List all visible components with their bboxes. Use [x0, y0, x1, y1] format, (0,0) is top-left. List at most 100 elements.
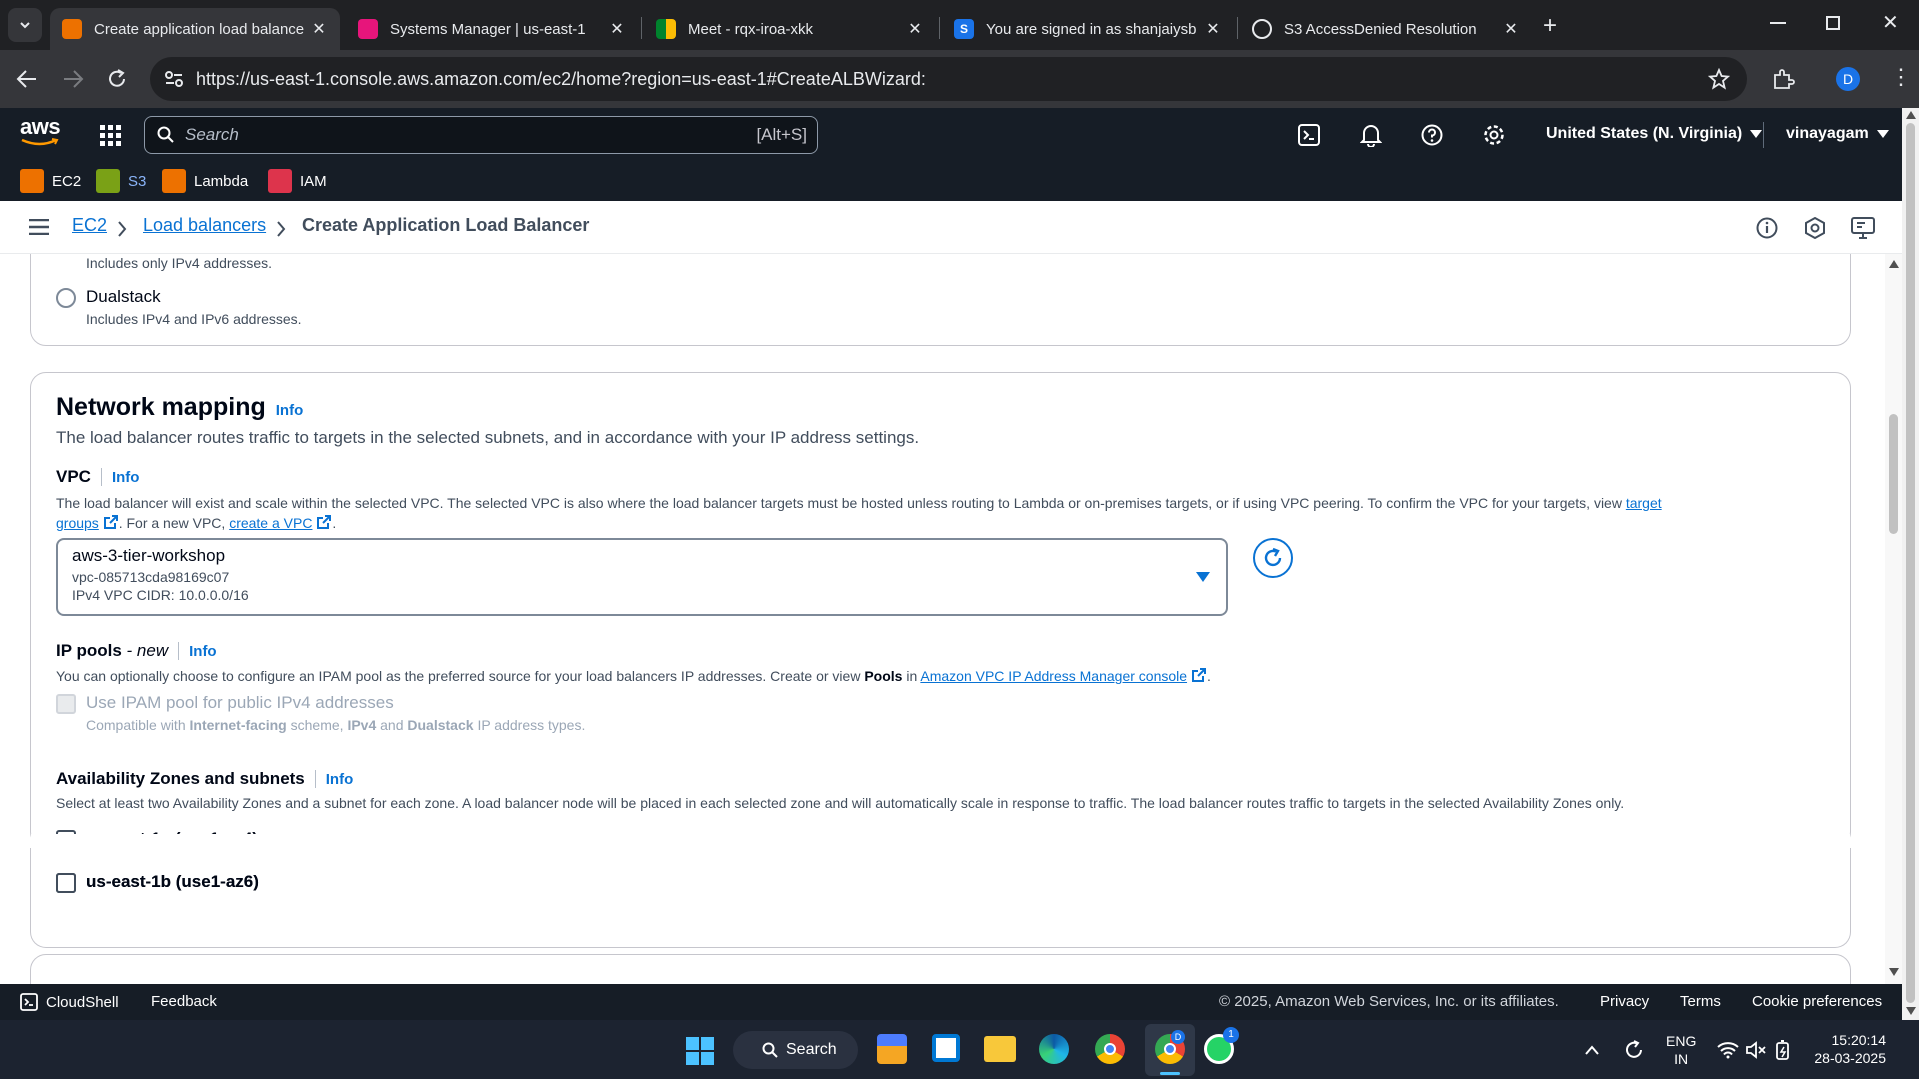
- taskbar-store-icon[interactable]: [932, 1034, 960, 1062]
- taskbar-file-explorer-icon[interactable]: [984, 1036, 1016, 1062]
- aws-logo[interactable]: aws: [20, 116, 62, 148]
- minimize-button[interactable]: [1770, 22, 1786, 24]
- reload-icon[interactable]: [106, 68, 128, 90]
- vpc-info-link[interactable]: Info: [112, 469, 140, 486]
- windows-start-icon[interactable]: [686, 1037, 714, 1065]
- terms-link[interactable]: Terms: [1680, 993, 1721, 1010]
- notifications-bell-icon[interactable]: [1360, 123, 1382, 147]
- inner-scroll-down-icon[interactable]: [1889, 968, 1899, 976]
- target-groups-link-2[interactable]: groups: [56, 515, 99, 531]
- caret-down-icon: [1196, 572, 1210, 582]
- tab-signed-in[interactable]: S You are signed in as shanjaiysb ✕: [942, 8, 1234, 50]
- account-menu[interactable]: vinayagam: [1786, 125, 1889, 143]
- taskbar-app-trophy-icon[interactable]: [877, 1034, 907, 1064]
- url-text: https://us-east-1.console.aws.amazon.com…: [196, 68, 926, 89]
- volume-muted-icon[interactable]: [1746, 1041, 1766, 1059]
- vpc-selected-id: vpc-085713cda98169c07: [72, 569, 230, 585]
- back-arrow-icon[interactable]: [16, 69, 38, 89]
- extensions-puzzle-icon[interactable]: [1771, 67, 1795, 91]
- scroll-up-arrow-icon[interactable]: [1906, 111, 1916, 119]
- ipam-pool-checkbox-label: Use IPAM pool for public IPv4 addresses: [86, 693, 394, 712]
- profile-avatar[interactable]: D: [1836, 67, 1860, 91]
- favorite-lambda[interactable]: Lambda: [162, 169, 248, 193]
- tab-create-alb[interactable]: Create application load balance ✕: [50, 8, 340, 50]
- tab-s3-access-denied[interactable]: S3 AccessDenied Resolution ✕: [1240, 8, 1532, 50]
- url-bar[interactable]: https://us-east-1.console.aws.amazon.com…: [150, 57, 1747, 101]
- wifi-icon[interactable]: [1717, 1041, 1739, 1059]
- tray-sync-icon[interactable]: [1622, 1038, 1646, 1062]
- cookie-preferences-link[interactable]: Cookie preferences: [1752, 993, 1882, 1010]
- privacy-link[interactable]: Privacy: [1600, 993, 1649, 1010]
- site-info-icon[interactable]: [164, 70, 184, 88]
- breadcrumb-ec2[interactable]: EC2: [72, 215, 107, 236]
- chevron-right-icon: [277, 221, 286, 237]
- caret-down-icon: [1876, 130, 1889, 138]
- openai-favicon-icon: [1252, 19, 1272, 39]
- chevron-down-icon: [20, 22, 30, 29]
- help-icon[interactable]: [1421, 124, 1443, 146]
- create-vpc-link[interactable]: create a VPC: [229, 515, 312, 531]
- forward-arrow-icon[interactable]: [62, 69, 84, 89]
- inner-scroll-up-icon[interactable]: [1889, 260, 1899, 268]
- taskbar-edge-icon[interactable]: [1039, 1034, 1069, 1064]
- whatsapp-badge: 1: [1223, 1027, 1239, 1043]
- tab-search-button[interactable]: [8, 8, 42, 42]
- ipam-pool-checkbox[interactable]: [56, 694, 76, 714]
- close-window-button[interactable]: ✕: [1882, 10, 1899, 35]
- tab-systems-manager[interactable]: Systems Manager | us-east-1 ✕: [346, 8, 638, 50]
- taskbar-whatsapp-icon[interactable]: 1: [1204, 1027, 1239, 1064]
- info-panel-icon[interactable]: [1756, 217, 1778, 239]
- close-tab-icon[interactable]: ✕: [1500, 19, 1522, 39]
- favorite-iam[interactable]: IAM: [268, 169, 327, 193]
- cloudshell-button[interactable]: CloudShell: [20, 993, 119, 1011]
- feedback-link[interactable]: Feedback: [151, 993, 217, 1010]
- scrollbar-thumb[interactable]: [1906, 123, 1915, 1003]
- refresh-vpc-button[interactable]: [1253, 538, 1293, 578]
- bookmark-star-icon[interactable]: [1708, 68, 1730, 90]
- scroll-down-arrow-icon[interactable]: [1906, 1007, 1916, 1015]
- target-groups-link[interactable]: target: [1626, 495, 1662, 511]
- close-tab-icon[interactable]: ✕: [606, 19, 628, 39]
- dualstack-radio[interactable]: [56, 288, 76, 308]
- settings-gear-icon[interactable]: [1483, 124, 1505, 146]
- close-tab-icon[interactable]: ✕: [1202, 19, 1224, 39]
- vpc-selected-name: aws-3-tier-workshop: [72, 546, 226, 565]
- close-tab-icon[interactable]: ✕: [904, 19, 926, 39]
- systems-manager-favicon-icon: [358, 19, 378, 39]
- az-info-link[interactable]: Info: [326, 771, 354, 788]
- hamburger-menu-icon[interactable]: [29, 219, 49, 235]
- taskbar-chrome-icon[interactable]: [1095, 1034, 1125, 1064]
- system-clock[interactable]: 15:20:14 28-03-2025: [1810, 1031, 1886, 1067]
- battery-icon[interactable]: [1774, 1040, 1794, 1060]
- region-selector[interactable]: United States (N. Virginia): [1546, 125, 1763, 143]
- services-grid-icon[interactable]: [100, 125, 122, 147]
- inner-scrollbar-thumb[interactable]: [1889, 414, 1898, 534]
- security-shield-icon[interactable]: [1804, 217, 1826, 239]
- page-scrollbar[interactable]: [1902, 108, 1919, 1020]
- cloudshell-icon[interactable]: [1298, 124, 1320, 146]
- favorite-s3[interactable]: S3: [96, 169, 146, 193]
- language-indicator[interactable]: ENG IN: [1666, 1032, 1696, 1068]
- network-mapping-description: The load balancer routes traffic to targ…: [56, 428, 920, 447]
- aws-top-nav: aws Search [Alt+S] United States (N. Vir…: [0, 108, 1902, 161]
- breadcrumb-load-balancers[interactable]: Load balancers: [143, 215, 266, 236]
- tab-meet[interactable]: Meet - rqx-iroa-xkk ✕: [644, 8, 936, 50]
- cloudshell-icon: [20, 993, 38, 1011]
- vpc-selected-cidr: IPv4 VPC CIDR: 10.0.0.0/16: [72, 587, 249, 603]
- restore-button[interactable]: [1826, 16, 1840, 30]
- inner-scrollbar[interactable]: [1885, 254, 1902, 984]
- network-mapping-info-link[interactable]: Info: [276, 402, 304, 419]
- ip-pools-info-link[interactable]: Info: [189, 643, 217, 660]
- browser-menu-icon[interactable]: ⋮: [1890, 66, 1912, 88]
- close-tab-icon[interactable]: ✕: [308, 19, 330, 39]
- external-link-icon: [317, 515, 332, 529]
- display-settings-icon[interactable]: [1851, 217, 1875, 239]
- taskbar-chrome-profile-active[interactable]: D: [1145, 1024, 1195, 1076]
- favorite-ec2[interactable]: EC2: [20, 169, 81, 193]
- new-tab-button[interactable]: +: [1543, 12, 1557, 40]
- aws-search-input[interactable]: Search [Alt+S]: [144, 116, 818, 154]
- tray-chevron-up-icon[interactable]: [1585, 1045, 1599, 1055]
- taskbar-search[interactable]: Search: [733, 1031, 858, 1069]
- ipam-console-link[interactable]: Amazon VPC IP Address Manager console: [920, 668, 1187, 684]
- vpc-select[interactable]: aws-3-tier-workshop vpc-085713cda98169c0…: [56, 538, 1228, 616]
